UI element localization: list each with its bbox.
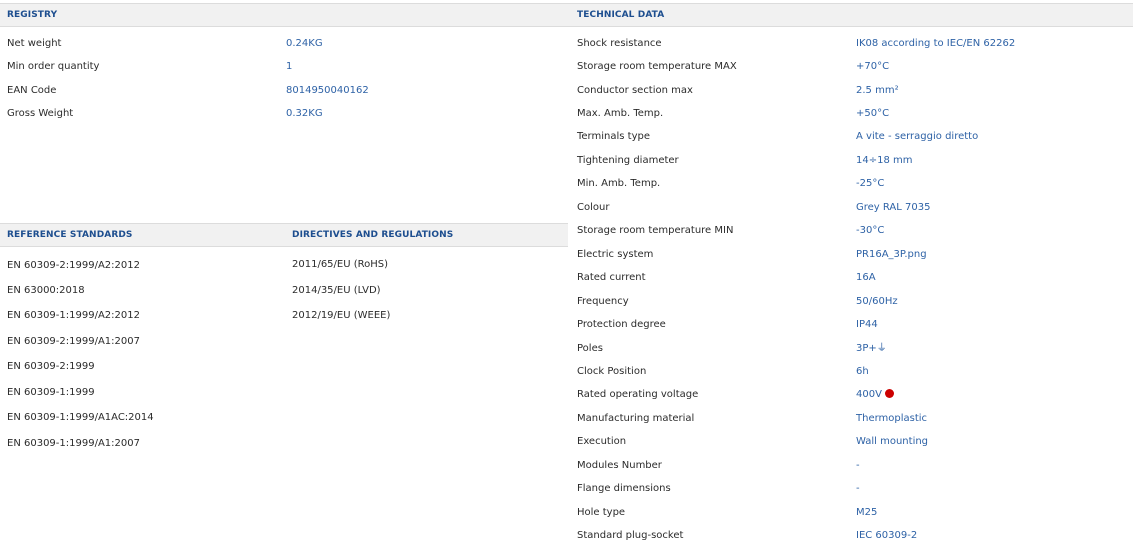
- tech-value: IK08 according to IEC/EN 62262: [856, 38, 1016, 49]
- tech-value: -: [856, 483, 860, 494]
- tech-value-voltage: 400V: [856, 389, 894, 401]
- directives-header: DIRECTIVES AND REGULATIONS: [292, 230, 454, 240]
- standard-item: EN 60309-1:1999/A1AC:2014: [7, 412, 154, 423]
- top-header-bar: REGISTRY TECHNICAL DATA: [0, 3, 1133, 27]
- standard-item: EN 60309-2:1999/A1:2007: [7, 336, 140, 347]
- tech-label: Standard plug-socket: [577, 530, 684, 541]
- technical-data-header: TECHNICAL DATA: [577, 10, 665, 20]
- tech-value: -30°C: [856, 225, 885, 236]
- tech-value: +70°C: [856, 61, 890, 72]
- standard-item: EN 63000:2018: [7, 285, 85, 296]
- tech-value: +50°C: [856, 108, 890, 119]
- registry-value: 8014950040162: [286, 85, 369, 96]
- registry-label: Min order quantity: [7, 61, 100, 72]
- tech-value: IP44: [856, 319, 878, 330]
- reference-standards-header: REFERENCE STANDARDS: [7, 230, 133, 240]
- tech-value: IEC 60309-2: [856, 530, 918, 541]
- tech-label: Min. Amb. Temp.: [577, 178, 661, 189]
- tech-label: Terminals type: [577, 131, 650, 142]
- tech-label: Shock resistance: [577, 38, 662, 49]
- tech-value: 400V: [856, 389, 882, 400]
- standard-item: EN 60309-1:1999: [7, 387, 95, 398]
- standard-item: EN 60309-1:1999/A1:2007: [7, 438, 140, 449]
- tech-label: Electric system: [577, 249, 654, 260]
- standard-item: EN 60309-2:1999/A2:2012: [7, 260, 140, 271]
- tech-value: Grey RAL 7035: [856, 202, 931, 213]
- standard-item: EN 60309-2:1999: [7, 361, 95, 372]
- standards-header-bar: REFERENCE STANDARDS DIRECTIVES AND REGUL…: [0, 223, 568, 247]
- tech-label: Storage room temperature MIN: [577, 225, 734, 236]
- tech-label: Rated current: [577, 272, 646, 283]
- registry-label: Gross Weight: [7, 108, 74, 119]
- tech-value: Wall mounting: [856, 436, 929, 447]
- tech-label: Tightening diameter: [577, 155, 679, 166]
- tech-value: M25: [856, 507, 878, 518]
- tech-label: Clock Position: [577, 366, 647, 377]
- tech-value: PR16A_3P.png: [856, 249, 927, 260]
- registry-header: REGISTRY: [7, 10, 58, 20]
- tech-label: Conductor section max: [577, 85, 693, 96]
- registry-label: Net weight: [7, 38, 62, 49]
- tech-value: -25°C: [856, 178, 885, 189]
- registry-label: EAN Code: [7, 85, 57, 96]
- voltage-indicator-icon: [884, 389, 894, 398]
- standard-item: EN 60309-1:1999/A2:2012: [7, 310, 140, 321]
- directive-item: 2014/35/EU (LVD): [292, 285, 381, 296]
- tech-value: 14÷18 mm: [856, 155, 913, 166]
- directive-item: 2011/65/EU (RoHS): [292, 259, 389, 270]
- registry-value: 0.32KG: [286, 108, 323, 119]
- registry-value: 1: [286, 61, 293, 72]
- tech-label: Frequency: [577, 296, 629, 307]
- tech-label: Storage room temperature MAX: [577, 61, 737, 72]
- tech-label: Poles: [577, 343, 603, 354]
- registry-value: 0.24KG: [286, 38, 323, 49]
- tech-value: 2.5 mm²: [856, 85, 899, 96]
- tech-value: -: [856, 460, 860, 471]
- tech-value: 6h: [856, 366, 869, 377]
- tech-value: Thermoplastic: [856, 413, 928, 424]
- tech-label: Colour: [577, 202, 610, 213]
- tech-value: 50/60Hz: [856, 296, 898, 307]
- tech-label: Rated operating voltage: [577, 389, 699, 400]
- directive-item: 2012/19/EU (WEEE): [292, 310, 391, 321]
- tech-label: Max. Amb. Temp.: [577, 108, 664, 119]
- tech-label: Flange dimensions: [577, 483, 671, 494]
- tech-label: Manufacturing material: [577, 413, 695, 424]
- tech-label: Protection degree: [577, 319, 666, 330]
- tech-label: Hole type: [577, 507, 626, 518]
- tech-label: Execution: [577, 436, 627, 447]
- tech-value: 3P+⏚: [856, 343, 887, 354]
- tech-value: 16A: [856, 272, 876, 283]
- tech-label: Modules Number: [577, 460, 662, 471]
- tech-value: A vite - serraggio diretto: [856, 131, 979, 142]
